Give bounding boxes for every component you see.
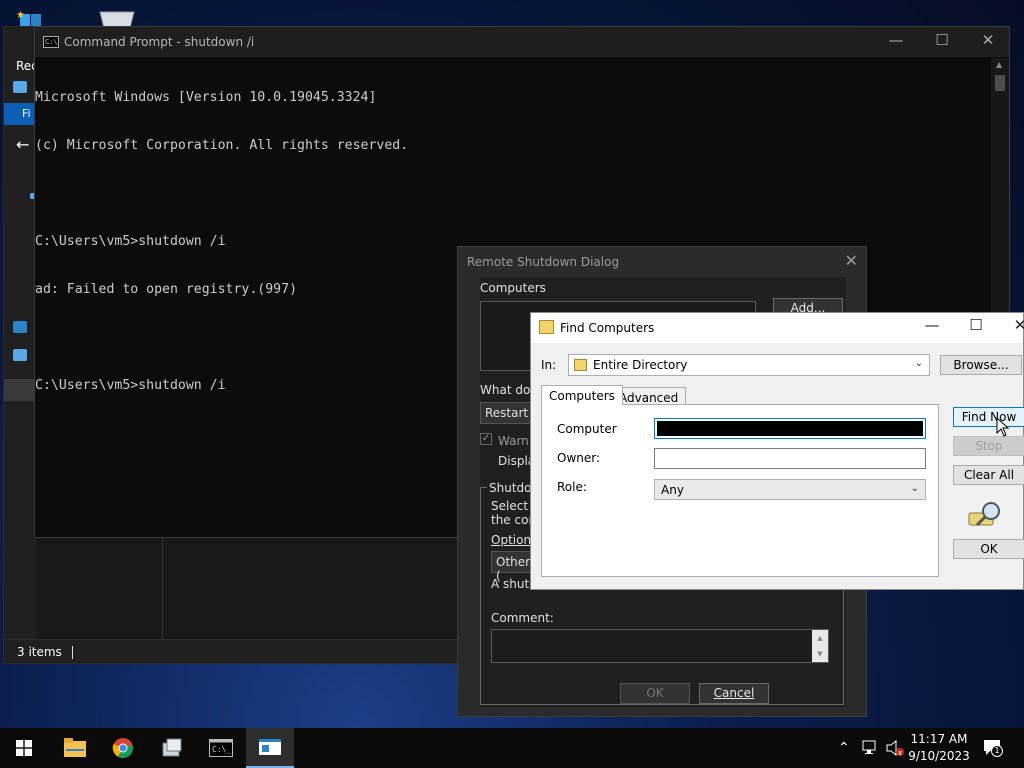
clear-all-button[interactable]: Clear All <box>953 465 1024 485</box>
find-minimize-button[interactable]: — <box>909 316 955 334</box>
svg-text:C:\_: C:\_ <box>212 745 231 754</box>
rsd-titlebar[interactable]: Remote Shutdown Dialog ✕ <box>458 247 866 277</box>
console-line: (c) Microsoft Corporation. All rights re… <box>35 138 409 153</box>
find-ok-button[interactable]: OK <box>953 539 1024 559</box>
find-now-button[interactable]: Find Now <box>953 407 1024 427</box>
in-scope-value: Entire Directory <box>593 358 688 372</box>
scroll-thumb[interactable] <box>995 75 1005 91</box>
explorer-file-tab[interactable]: Fi <box>4 103 36 125</box>
cmd-close-button[interactable]: ✕ <box>965 31 1011 49</box>
recycle-bin-icon[interactable] <box>98 8 136 29</box>
taskbar-file-explorer[interactable] <box>50 728 98 768</box>
terminal-icon: C:\_ <box>209 739 233 757</box>
in-label: In: <box>541 358 557 372</box>
directory-icon <box>574 359 587 371</box>
taskbar-chrome[interactable] <box>99 728 147 768</box>
status-separator <box>71 646 73 659</box>
warn-label: Warn <box>498 434 529 448</box>
option-label: Option <box>491 533 532 547</box>
taskbar-remote-shutdown[interactable] <box>246 728 294 768</box>
svg-text:★: ★ <box>16 10 25 21</box>
taskbar: C:\_ ⌃ x 11:17 AM 9/10/2023 1 <box>0 728 1024 768</box>
computer-name-selection <box>657 421 923 436</box>
computer-name-input[interactable] <box>654 418 926 439</box>
browse-button[interactable]: Browse... <box>940 355 1022 375</box>
folder-icon <box>64 738 86 757</box>
mouse-cursor-icon <box>996 416 1010 437</box>
tray-chevron-up-icon[interactable]: ⌃ <box>838 740 850 756</box>
in-scope-select[interactable]: Entire Directory ⌄ <box>568 354 930 376</box>
rsd-title: Remote Shutdown Dialog <box>467 255 620 269</box>
cmd-titlebar[interactable]: C:\ Command Prompt - shutdown /i — ☐ ✕ <box>35 27 1009 57</box>
role-label: Role: <box>557 480 587 494</box>
volume-muted-icon[interactable]: x <box>885 739 905 757</box>
network-icon <box>13 81 27 93</box>
rsd-cancel-button[interactable]: Cancel <box>699 683 769 704</box>
explorer-statusbar: 3 items <box>4 639 466 663</box>
chrome-icon <box>112 738 133 758</box>
owner-input[interactable] <box>654 448 926 469</box>
notification-center-icon[interactable]: 1 <box>982 738 1003 757</box>
rsd-ok-button[interactable]: OK <box>620 683 690 704</box>
folder-search-icon <box>539 320 554 334</box>
computers-label: Computers <box>480 281 546 295</box>
pane-divider <box>162 537 163 641</box>
clock-date[interactable]: 9/10/2023 <box>908 749 970 763</box>
scroll-up-arrow-icon[interactable]: ▲ <box>996 60 1002 69</box>
computers-tab-panel: Computer Owner: Role: Any ⌄ <box>541 404 939 577</box>
clock-time[interactable]: 11:17 AM <box>908 732 970 746</box>
warn-checkbox[interactable]: ✓ <box>480 433 492 445</box>
comment-scroll-up-icon[interactable]: ▲ <box>812 630 828 646</box>
comment-scrollbar[interactable]: ▲ ▼ <box>812 630 828 662</box>
windows-logo-icon <box>16 740 32 756</box>
computer-name-label: Computer <box>557 422 617 436</box>
explorer-nav-selected[interactable] <box>4 379 36 401</box>
chevron-down-icon: ⌄ <box>914 358 923 369</box>
stop-button[interactable]: Stop <box>953 436 1024 456</box>
network-tray-icon[interactable] <box>862 740 880 756</box>
tab-computers[interactable]: Computers <box>541 385 623 405</box>
option-select[interactable]: Other ( <box>491 551 531 583</box>
taskbar-server-manager[interactable] <box>148 728 196 768</box>
rsd-close-button[interactable]: ✕ <box>845 251 858 270</box>
chevron-down-icon: ⌄ <box>910 483 919 494</box>
cmd-maximize-button[interactable]: ☐ <box>919 31 965 49</box>
svg-text:x: x <box>898 749 902 757</box>
search-magnifier-icon <box>967 499 1003 529</box>
role-value: Any <box>661 483 684 497</box>
cmd-minimize-button[interactable]: — <box>873 31 919 49</box>
start-button[interactable] <box>0 728 48 768</box>
find-maximize-button[interactable]: ☐ <box>953 316 999 334</box>
cmd-title: Command Prompt - shutdown /i <box>64 35 255 49</box>
owner-label: Owner: <box>557 451 601 465</box>
find-titlebar[interactable]: Find Computers — ☐ ✕ <box>531 313 1024 343</box>
status-items-count: 3 items <box>17 645 62 659</box>
comment-label: Comment: <box>491 611 554 625</box>
desktop-app-icon[interactable]: ★ <box>14 8 54 28</box>
cmd-app-icon: C:\ <box>43 36 59 48</box>
find-close-button[interactable]: ✕ <box>997 316 1024 334</box>
comment-scroll-down-icon[interactable]: ▼ <box>812 646 828 662</box>
role-select[interactable]: Any ⌄ <box>654 479 926 500</box>
notification-badge: 1 <box>991 745 1003 757</box>
dialog-window-icon <box>259 739 281 755</box>
onedrive-icon[interactable] <box>13 321 27 333</box>
back-arrow-icon[interactable]: ← <box>16 135 29 154</box>
comment-textarea[interactable]: ▲ ▼ <box>491 629 829 663</box>
find-computers-dialog[interactable]: Find Computers — ☐ ✕ In: Entire Director… <box>530 312 1024 590</box>
server-manager-icon <box>162 738 182 757</box>
taskbar-command-prompt[interactable]: C:\_ <box>197 728 245 768</box>
this-pc-icon[interactable] <box>13 349 27 361</box>
console-line: Microsoft Windows [Version 10.0.19045.33… <box>35 90 377 105</box>
find-title: Find Computers <box>560 321 655 335</box>
console-line: ​ <box>35 186 991 202</box>
